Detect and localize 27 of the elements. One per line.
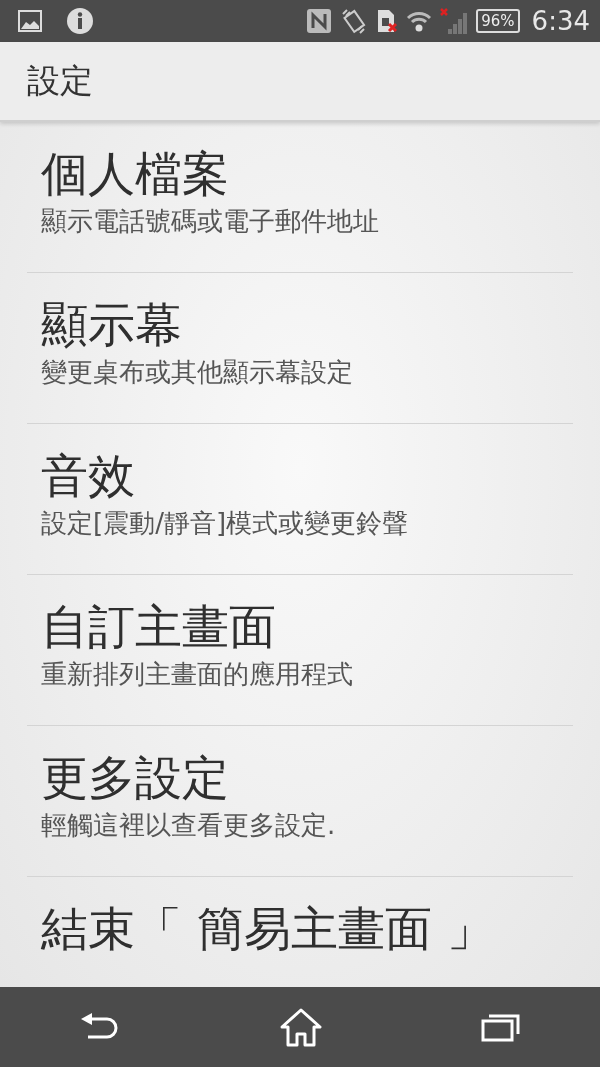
settings-item[interactable]: 更多設定 輕觸這裡以查看更多設定. xyxy=(27,726,573,877)
settings-item[interactable]: 顯示幕 變更桌布或其他顯示幕設定 xyxy=(27,273,573,424)
battery-level: 96% xyxy=(476,9,520,33)
settings-item[interactable]: 自訂主畫面 重新排列主畫面的應用程式 xyxy=(27,575,573,726)
image-icon xyxy=(18,10,42,32)
item-title: 自訂主畫面 xyxy=(41,599,277,656)
item-subtitle: 設定[震動/靜音]模式或變更鈴聲 xyxy=(41,507,410,541)
item-subtitle: 變更桌布或其他顯示幕設定 xyxy=(41,356,354,390)
signal-icon xyxy=(440,7,469,35)
home-icon[interactable] xyxy=(279,1007,323,1047)
item-title: 結束「 簡易主畫面 」 xyxy=(41,901,495,958)
recent-apps-icon[interactable] xyxy=(481,1012,521,1042)
screen-title: 設定 xyxy=(27,60,93,103)
sim-card-icon xyxy=(376,8,399,34)
wifi-icon xyxy=(406,9,433,33)
settings-item[interactable]: 音效 設定[震動/靜音]模式或變更鈴聲 xyxy=(27,424,573,575)
item-title: 顯示幕 xyxy=(41,297,183,354)
nfc-icon xyxy=(306,8,333,34)
info-icon xyxy=(66,7,94,35)
item-title: 音效 xyxy=(41,448,136,505)
item-title: 個人檔案 xyxy=(41,146,230,203)
settings-item[interactable]: 個人檔案 顯示電話號碼或電子郵件地址 xyxy=(27,122,573,273)
item-title: 更多設定 xyxy=(41,750,230,807)
item-subtitle: 顯示電話號碼或電子郵件地址 xyxy=(41,205,380,239)
clock: 6:34 xyxy=(531,4,590,38)
item-subtitle: 重新排列主畫面的應用程式 xyxy=(41,658,354,692)
item-subtitle: 輕觸這裡以查看更多設定. xyxy=(41,809,337,843)
